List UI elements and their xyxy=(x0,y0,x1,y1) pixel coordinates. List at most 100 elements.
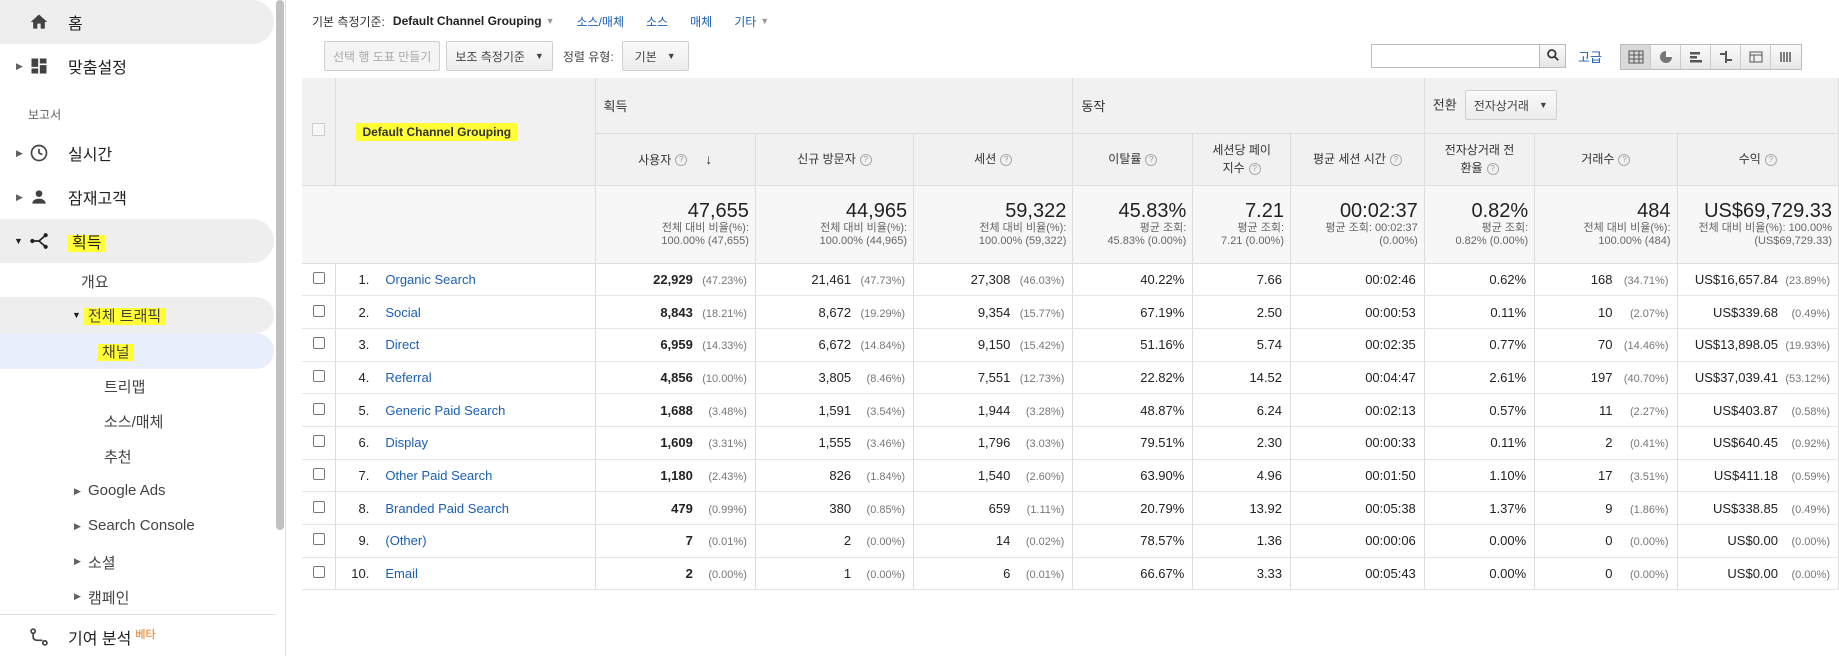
sidebar-item-source-medium[interactable]: 소스/매체 xyxy=(104,411,163,432)
row-index: 5. xyxy=(335,393,378,427)
cell-new-visitors: 2 (0.00%) xyxy=(755,524,915,558)
dimension-link-source[interactable]: 소스 xyxy=(646,13,668,30)
cell-new-visitors: 3,805 (8.46%) xyxy=(755,361,915,395)
row-checkbox[interactable] xyxy=(312,500,325,513)
channel-link[interactable]: Branded Paid Search xyxy=(377,491,596,525)
sort-type-dropdown[interactable]: 기본 ▼ xyxy=(621,41,689,71)
table-body: 1. Organic Search 22,929 (47.23%) 21,461 (47.… xyxy=(302,263,1839,591)
sidebar-item-home[interactable]: 홈 xyxy=(0,0,276,44)
cell-pages-per-session: 4.96 xyxy=(1192,459,1291,493)
table-row: 1. Organic Search 22,929 (47.23%) 21,461 (47.… xyxy=(302,263,1839,297)
pivot-view-icon[interactable] xyxy=(1741,45,1771,69)
channel-link[interactable]: Direct xyxy=(377,328,596,362)
bar-view-icon[interactable] xyxy=(1681,45,1711,69)
dimension-header: Default Channel Grouping xyxy=(335,78,596,186)
conversion-dropdown[interactable]: 전자상거래 ▼ xyxy=(1464,90,1557,121)
cell-revenue: US$37,039.41 (53.12%) xyxy=(1677,361,1839,395)
row-checkbox[interactable] xyxy=(312,271,325,284)
search-input[interactable] xyxy=(1371,44,1539,68)
row-checkbox-cell xyxy=(302,459,337,493)
sidebar-item-audience[interactable]: ▶ 잠재고객 xyxy=(0,175,276,219)
col-transactions[interactable]: 거래수? xyxy=(1534,133,1678,186)
row-checkbox-cell xyxy=(302,263,337,297)
cell-transactions: 17 (3.51%) xyxy=(1534,459,1678,493)
sidebar-scrollbar[interactable] xyxy=(276,0,284,530)
sidebar-item-realtime[interactable]: ▶ 실시간 xyxy=(0,131,276,175)
row-checkbox[interactable] xyxy=(312,467,325,480)
primary-dimension-active[interactable]: Default Channel Grouping xyxy=(393,14,542,28)
acquisition-icon xyxy=(28,230,50,252)
cell-revenue: US$411.18 (0.59%) xyxy=(1677,459,1839,493)
select-all-checkbox[interactable] xyxy=(312,123,326,137)
channel-link[interactable]: (Other) xyxy=(377,524,596,558)
sidebar-item-social[interactable]: 소셜 xyxy=(88,552,116,573)
explorer-table: Default Channel Grouping 획득 동작 전환 전자상거래 ▼ … xyxy=(302,78,1839,591)
cell-pages-per-session: 14.52 xyxy=(1192,361,1291,395)
row-checkbox[interactable] xyxy=(312,304,325,317)
channel-link[interactable]: Social xyxy=(377,295,596,329)
col-pages-per-session[interactable]: 세션당 페이 지수? xyxy=(1192,133,1291,186)
cell-avg-session-duration: 00:04:47 xyxy=(1290,361,1425,395)
dimension-link-other[interactable]: 기타 xyxy=(734,13,756,30)
dimension-header-label[interactable]: Default Channel Grouping xyxy=(356,122,518,141)
row-index: 8. xyxy=(335,491,378,525)
sidebar-item-google-ads[interactable]: Google Ads xyxy=(88,482,166,499)
cell-transactions: 9 (1.86%) xyxy=(1534,491,1678,525)
row-checkbox[interactable] xyxy=(312,402,325,415)
person-icon xyxy=(28,186,50,208)
col-sessions[interactable]: 세션? xyxy=(913,133,1074,186)
col-new-visitors[interactable]: 신규 방문자? xyxy=(755,133,915,186)
row-checkbox-cell xyxy=(302,328,337,362)
sidebar-item-acquisition[interactable]: ▼ 획득 xyxy=(0,219,276,263)
col-ecommerce-conversion-rate[interactable]: 전자상거래 전 환율? xyxy=(1424,133,1536,186)
col-bounce-rate[interactable]: 이탈률? xyxy=(1072,133,1194,186)
row-checkbox[interactable] xyxy=(312,337,325,350)
cell-avg-session-duration: 00:02:35 xyxy=(1290,328,1425,362)
row-checkbox[interactable] xyxy=(312,435,325,448)
row-index: 9. xyxy=(335,524,378,558)
channel-link[interactable]: Display xyxy=(377,426,596,460)
cell-conversion-rate: 0.00% xyxy=(1424,557,1536,591)
cell-users: 479 (0.99%) xyxy=(595,491,756,525)
channel-link[interactable]: Email xyxy=(377,557,596,591)
sidebar-item-attribution[interactable]: 기여 분석 베타 xyxy=(0,618,276,656)
comparison-view-icon[interactable] xyxy=(1711,45,1741,69)
data-table-wrap: Default Channel Grouping 획득 동작 전환 전자상거래 ▼ … xyxy=(302,78,1839,591)
advanced-filter-link[interactable]: 고급 xyxy=(1578,47,1602,66)
row-checkbox[interactable] xyxy=(312,369,325,382)
help-icon: ? xyxy=(1248,162,1261,175)
cell-sessions: 9,354 (15.77%) xyxy=(913,295,1074,329)
sidebar-item-channels[interactable]: 채널 xyxy=(98,341,134,362)
col-avg-session-duration[interactable]: 평균 세션 시간? xyxy=(1290,133,1425,186)
cell-bounce-rate: 66.67% xyxy=(1072,557,1194,591)
secondary-dimension-dropdown[interactable]: 보조 측정기준 ▼ xyxy=(446,41,553,71)
attribution-icon xyxy=(28,626,50,648)
pie-view-icon[interactable] xyxy=(1651,45,1681,69)
col-users[interactable]: 사용자? ↓ xyxy=(595,133,756,186)
sidebar-item-customization[interactable]: ▶ 맞춤설정 xyxy=(0,44,276,88)
row-checkbox[interactable] xyxy=(312,533,325,546)
search-button[interactable] xyxy=(1539,44,1566,68)
sidebar-item-label: 기여 분석 베타 xyxy=(68,628,156,648)
sidebar-item-search-console[interactable]: Search Console xyxy=(88,517,195,534)
sidebar-item-referrals[interactable]: 추천 xyxy=(104,446,132,467)
sidebar-item-all-traffic[interactable]: 전체 트래픽 xyxy=(84,305,166,326)
cell-pages-per-session: 13.92 xyxy=(1192,491,1291,525)
col-revenue[interactable]: 수익? xyxy=(1677,133,1839,186)
grid-view-icon[interactable] xyxy=(1621,45,1651,69)
term-cloud-icon[interactable] xyxy=(1771,45,1801,69)
sidebar-item-campaigns[interactable]: 캠페인 xyxy=(88,587,129,608)
dimension-link-source-medium[interactable]: 소스/매체 xyxy=(577,13,625,30)
row-checkbox[interactable] xyxy=(312,566,325,579)
channel-link[interactable]: Referral xyxy=(377,361,596,395)
dimension-link-medium[interactable]: 매체 xyxy=(690,13,712,30)
sidebar-item-treemap[interactable]: 트리맵 xyxy=(104,376,145,397)
sidebar-item-label: 획득 xyxy=(68,229,106,253)
plot-rows-button[interactable]: 선택 행 도표 만들기 xyxy=(324,41,441,71)
cell-transactions: 11 (2.27%) xyxy=(1534,393,1678,427)
total-avg-session-duration: 00:02:37 평균 조회: 00:02:37 (0.00%) xyxy=(1290,185,1425,264)
channel-link[interactable]: Organic Search xyxy=(377,263,596,297)
sidebar-item-overview[interactable]: 개요 xyxy=(81,271,109,292)
channel-link[interactable]: Other Paid Search xyxy=(377,459,596,493)
channel-link[interactable]: Generic Paid Search xyxy=(377,393,596,427)
